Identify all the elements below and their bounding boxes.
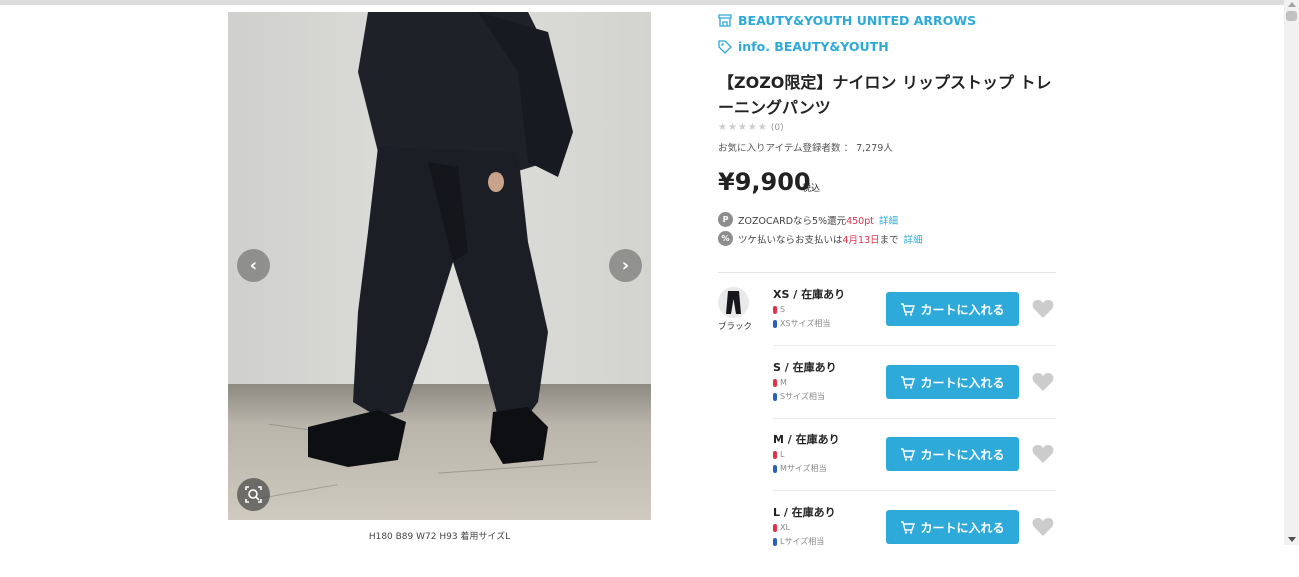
brand-link[interactable]: BEAUTY&YOUTH UNITED ARROWS <box>718 13 976 28</box>
points-icon: P <box>718 212 733 227</box>
brand-info-label[interactable]: info. BEAUTY&YOUTH <box>738 39 889 54</box>
scroll-down-arrow-icon[interactable] <box>1288 537 1296 542</box>
male-figure-icon <box>773 392 777 401</box>
fit-male: Lサイズ相当 <box>773 536 824 547</box>
tsuke-payment-row: % ツケ払いならお支払いは4月13日まで 詳細 <box>718 231 923 246</box>
add-to-cart-button[interactable]: カートに入れる <box>886 365 1019 399</box>
size-stock-label: XS / 在庫あり <box>773 288 846 301</box>
fit-male-label: Lサイズ相当 <box>780 537 825 546</box>
fit-female-label: M <box>780 378 787 387</box>
add-to-cart-label[interactable]: カートに入れる <box>920 446 1004 463</box>
fit-male: XSサイズ相当 <box>773 318 830 329</box>
favorite-count: お気に入りアイテム登録者数 ： 7,279人 <box>718 143 893 154</box>
fit-female: S <box>773 305 785 314</box>
add-to-cart-label[interactable]: カートに入れる <box>920 301 1004 318</box>
size-stock-label: L / 在庫あり <box>773 506 836 519</box>
cart-icon <box>901 302 916 316</box>
fit-female: L <box>773 450 784 459</box>
percent-icon: % <box>718 231 733 246</box>
fit-female-label: XL <box>780 523 790 532</box>
color-name: ブラック <box>718 322 753 332</box>
male-figure-icon <box>773 537 777 546</box>
points-detail-link[interactable]: 詳細 <box>879 213 898 227</box>
zoom-search-icon <box>245 486 262 503</box>
zoom-button[interactable] <box>237 478 270 511</box>
rating-stars-icon: ★★★★★ <box>718 122 768 133</box>
fit-male: Mサイズ相当 <box>773 463 827 474</box>
points-amount: 450pt <box>846 215 874 227</box>
female-figure-icon <box>773 305 777 314</box>
cart-icon <box>901 447 916 461</box>
size-row-m: M / 在庫あり L Mサイズ相当 カートに入れる <box>773 431 1056 504</box>
size-row-xs: XS / 在庫あり S XSサイズ相当 カートに入れる <box>773 286 1056 359</box>
photo-prev-button[interactable]: ‹ <box>237 249 270 282</box>
female-figure-icon <box>773 378 777 387</box>
tsuke-detail-link[interactable]: 詳細 <box>904 232 923 246</box>
add-to-cart-button[interactable]: カートに入れる <box>886 510 1019 544</box>
add-to-cart-button[interactable]: カートに入れる <box>886 437 1019 471</box>
section-divider <box>718 272 1056 273</box>
price: ¥9,900 <box>718 168 811 196</box>
fit-female: M <box>773 378 787 387</box>
favorite-heart-icon[interactable] <box>1031 297 1055 321</box>
photo-next-button[interactable]: › <box>609 249 642 282</box>
photo-caption: H180 B89 W72 H93 着用サイズL <box>368 532 511 542</box>
product-photo <box>228 12 651 520</box>
row-divider <box>773 418 1056 419</box>
row-divider <box>773 490 1056 491</box>
fit-male: Sサイズ相当 <box>773 391 825 402</box>
row-divider <box>773 345 1056 346</box>
male-figure-icon <box>773 464 777 473</box>
add-to-cart-button[interactable]: カートに入れる <box>886 292 1019 326</box>
fit-female: XL <box>773 523 790 532</box>
scroll-thumb[interactable] <box>1286 11 1297 21</box>
female-figure-icon <box>773 523 777 532</box>
product-title: 【ZOZO限定】ナイロン リップストップ トレーニングパンツ <box>718 73 1052 117</box>
tax-label: 税込 <box>802 184 821 194</box>
add-to-cart-label[interactable]: カートに入れる <box>920 374 1004 391</box>
cart-icon <box>901 375 916 389</box>
female-figure-icon <box>773 450 777 459</box>
tag-icon <box>718 39 732 54</box>
shop-icon <box>718 14 732 27</box>
tsuke-suffix: まで <box>879 234 899 246</box>
top-edge <box>0 0 1284 5</box>
rating-count: (0) <box>770 123 784 133</box>
favorite-heart-icon[interactable] <box>1031 515 1055 539</box>
rating[interactable]: ★★★★★ (0) <box>718 122 784 133</box>
fit-male-label: Mサイズ相当 <box>780 464 827 473</box>
fit-female-label: L <box>780 450 785 459</box>
favorite-heart-icon[interactable] <box>1031 442 1055 466</box>
page-scrollbar[interactable] <box>1284 0 1299 545</box>
male-figure-icon <box>773 319 777 328</box>
cart-icon <box>901 520 916 534</box>
fit-female-label: S <box>780 305 786 314</box>
tsuke-date: 4月13日 <box>842 234 880 246</box>
fit-male-label: XSサイズ相当 <box>780 319 831 328</box>
favorite-heart-icon[interactable] <box>1031 370 1055 394</box>
fit-male-label: Sサイズ相当 <box>780 392 825 401</box>
zozocard-points-row: P ZOZOCARDなら5%還元450pt 詳細 <box>718 212 898 227</box>
scroll-up-arrow-icon[interactable] <box>1288 2 1296 7</box>
size-stock-label: M / 在庫あり <box>773 433 840 446</box>
color-swatch[interactable] <box>718 287 749 318</box>
model-figure <box>308 12 573 467</box>
tsuke-text: ツケ払いならお支払いは <box>738 234 843 246</box>
points-text: ZOZOCARDなら5%還元 <box>738 215 847 227</box>
size-row-l: L / 在庫あり XL Lサイズ相当 カートに入れる <box>773 504 1056 577</box>
add-to-cart-label[interactable]: カートに入れる <box>920 519 1004 536</box>
size-row-s: S / 在庫あり M Sサイズ相当 カートに入れる <box>773 359 1056 432</box>
brand-name[interactable]: BEAUTY&YOUTH UNITED ARROWS <box>738 13 976 28</box>
size-stock-label: S / 在庫あり <box>773 361 837 374</box>
brand-info-link[interactable]: info. BEAUTY&YOUTH <box>718 39 889 54</box>
pants-thumbnail-icon <box>726 291 741 314</box>
